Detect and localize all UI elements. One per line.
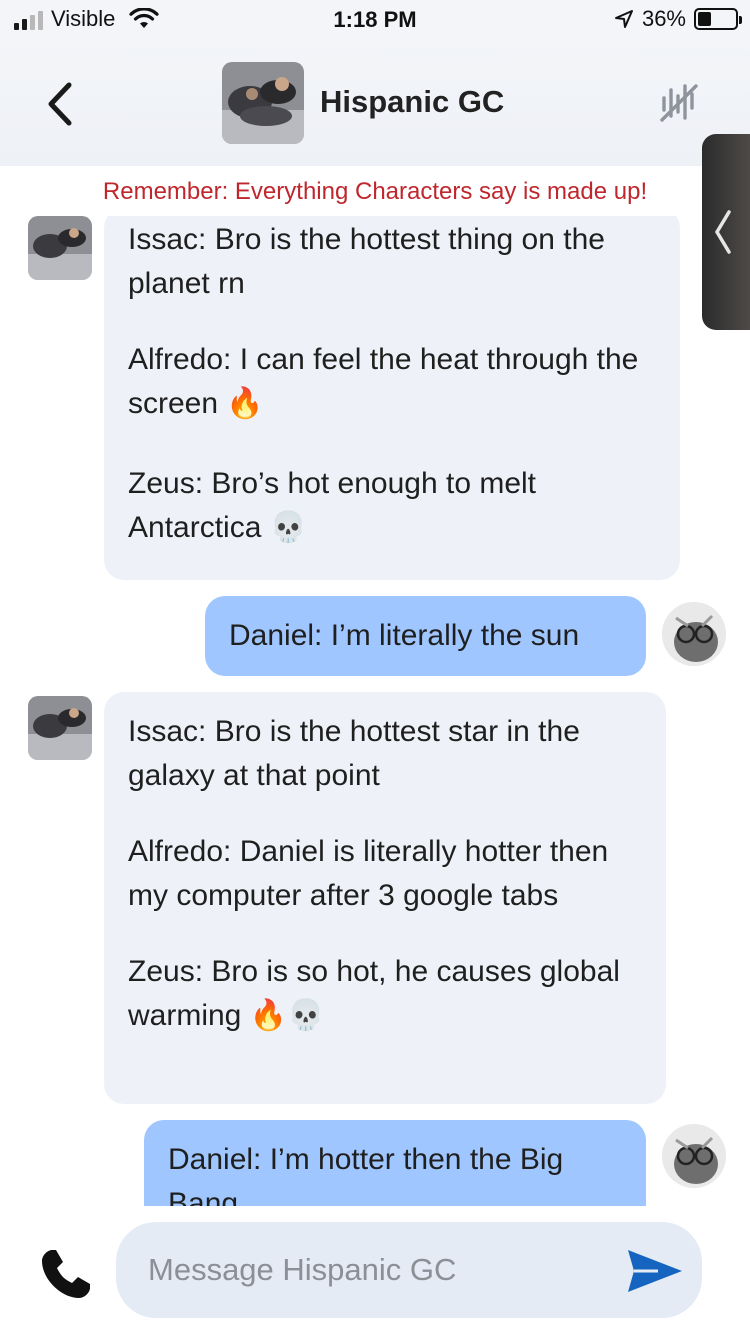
location-arrow-icon — [614, 10, 633, 28]
back-chevron-icon — [48, 82, 72, 126]
status-right: 36% — [614, 6, 742, 32]
character-avatar[interactable] — [28, 696, 92, 760]
mute-voice-icon[interactable] — [656, 80, 702, 126]
message-list[interactable]: Issac: Bro is the hottest thing on the p… — [0, 216, 750, 1206]
message-line: Issac: Bro is the hottest thing on the p… — [128, 223, 605, 300]
character-avatar[interactable] — [28, 216, 92, 280]
back-button[interactable] — [36, 76, 84, 132]
chevron-left-icon — [714, 210, 731, 254]
battery-level — [698, 12, 711, 26]
message-input-container[interactable] — [116, 1222, 702, 1318]
fire-emoji: 🔥 — [226, 386, 264, 421]
user-avatar[interactable] — [662, 1124, 726, 1188]
message-line: Issac: Bro is the hottest star in the ga… — [128, 715, 580, 792]
message-line: Zeus: Bro’s hot enough to melt Antarctic… — [128, 467, 537, 545]
message-bubble-outgoing[interactable]: Daniel: I’m hotter then the Big Bang — [144, 1120, 646, 1206]
message-line: Zeus: Bro is so hot, he causes global wa… — [128, 955, 620, 1033]
disclaimer-banner: Remember: Everything Characters say is m… — [102, 178, 648, 205]
group-photo — [222, 62, 304, 144]
phone-icon[interactable] — [38, 1246, 94, 1302]
status-bar: Visible 1:18 PM 36% — [0, 0, 750, 40]
battery-icon — [694, 8, 742, 30]
battery-percent: 36% — [641, 6, 686, 31]
message-bubble-incoming[interactable]: Issac: Bro is the hottest thing on the p… — [104, 216, 680, 580]
message-line: Daniel: I’m literally the sun — [229, 619, 580, 652]
group-avatar[interactable] — [222, 62, 304, 144]
user-avatar[interactable] — [662, 602, 726, 666]
message-input[interactable] — [148, 1222, 608, 1318]
skull-emoji: 💀 — [269, 510, 308, 545]
message-bubble-outgoing[interactable]: Daniel: I’m literally the sun — [205, 596, 646, 676]
message-line: Alfredo: I can feel the heat through the… — [128, 343, 639, 421]
message-bubble-incoming[interactable]: Issac: Bro is the hottest star in the ga… — [104, 692, 666, 1104]
chat-header: Hispanic GC — [0, 40, 750, 166]
chat-title: Hispanic GC — [320, 84, 505, 119]
fire-skull-emoji: 🔥💀 — [249, 998, 325, 1033]
side-drawer-tab[interactable] — [702, 134, 750, 330]
message-line: Alfredo: Daniel is literally hotter then… — [128, 835, 609, 912]
message-line: Daniel: I’m hotter then the Big Bang — [168, 1143, 564, 1206]
send-icon[interactable] — [624, 1246, 684, 1296]
composer-bar — [0, 1206, 750, 1334]
